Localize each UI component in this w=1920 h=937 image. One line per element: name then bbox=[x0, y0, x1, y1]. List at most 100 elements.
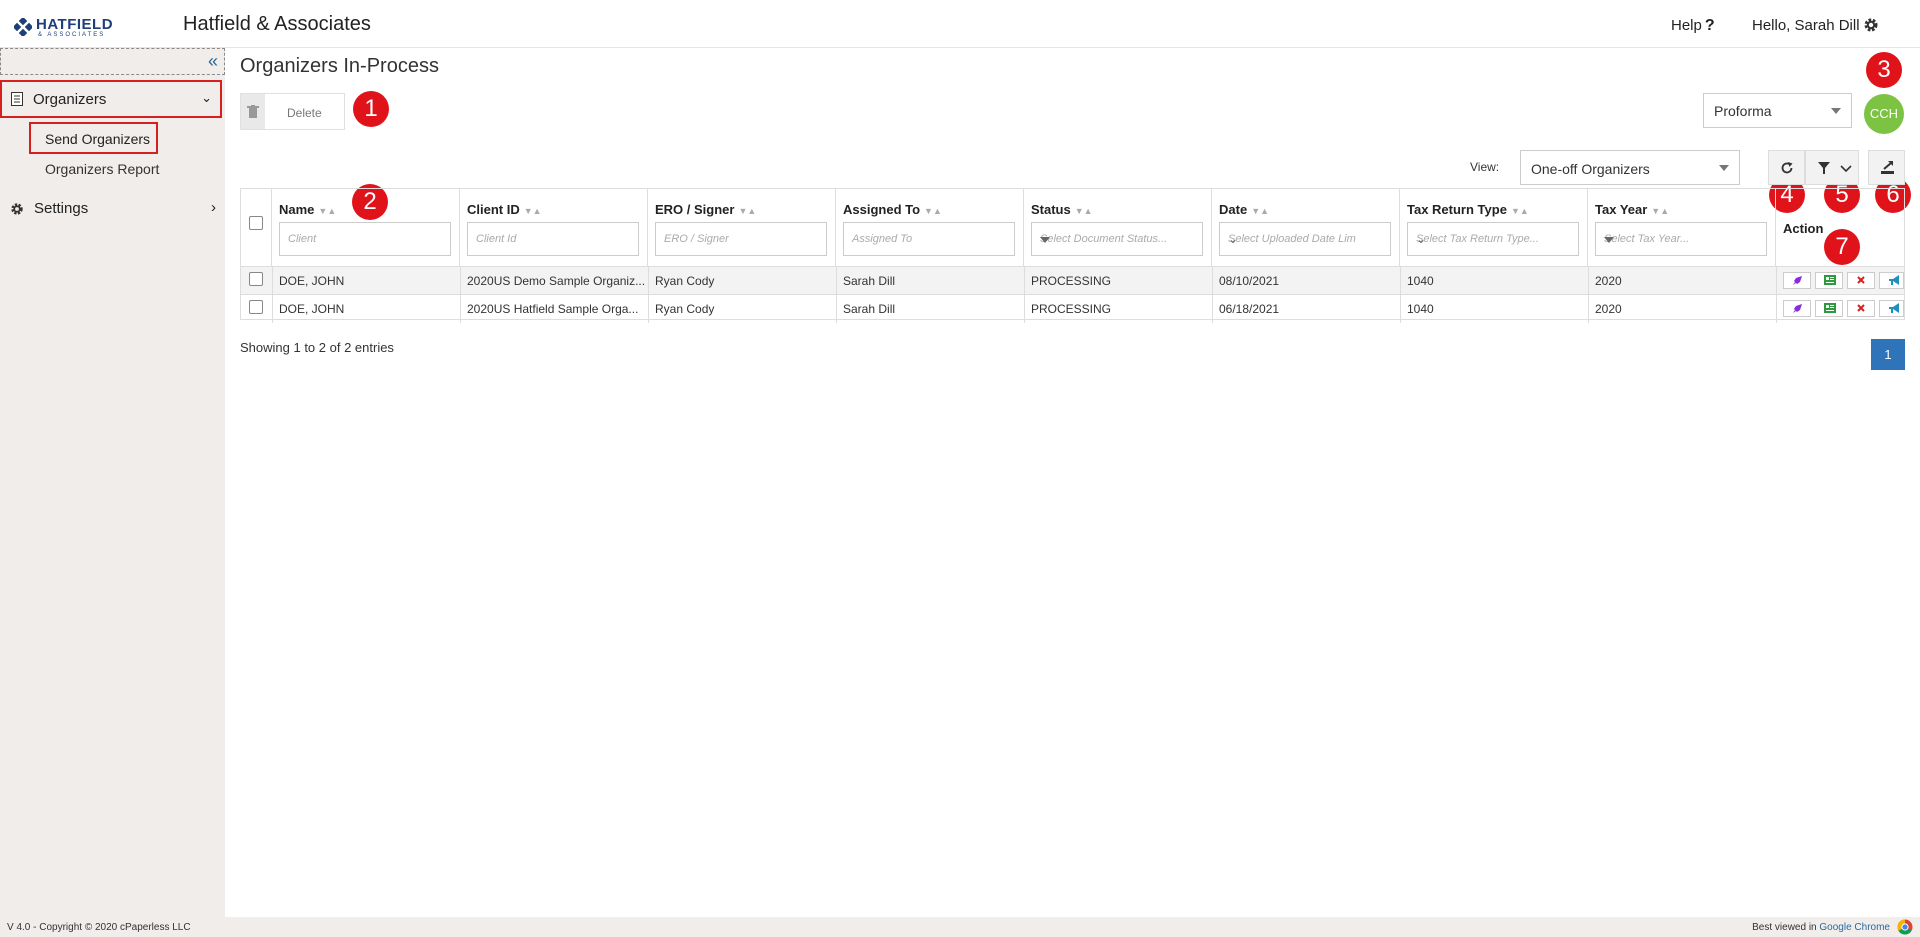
column-header-action: Action bbox=[1776, 189, 1904, 266]
cell-assigned: Sarah Dill bbox=[843, 274, 896, 288]
view-select[interactable]: One-off Organizers bbox=[1520, 150, 1740, 185]
page-button-1[interactable]: 1 bbox=[1871, 339, 1905, 370]
column-header-tax-year[interactable]: Tax Year ▼▲ Select Tax Year... bbox=[1588, 189, 1776, 266]
view-select-value: One-off Organizers bbox=[1531, 161, 1650, 177]
logo-name: HATFIELD bbox=[36, 16, 114, 33]
chevron-down-icon: ⌄ bbox=[1228, 232, 1239, 246]
gear-icon bbox=[11, 203, 23, 215]
send-action-button[interactable] bbox=[1783, 272, 1811, 289]
cell-assigned: Sarah Dill bbox=[843, 302, 896, 316]
date-filter-select[interactable]: Select Uploaded Date Lim ⌄ bbox=[1219, 222, 1391, 256]
cell-client-id: 2020US Demo Sample Organiz... bbox=[467, 274, 646, 288]
column-header-label: Date bbox=[1219, 202, 1248, 217]
cell-name: DOE, JOHN bbox=[279, 274, 345, 288]
sidebar-item-label: Settings bbox=[34, 200, 89, 217]
sidebar-collapse-button[interactable]: « bbox=[0, 48, 225, 75]
send-action-button[interactable] bbox=[1783, 300, 1811, 317]
best-viewed-text: Best viewed in Google Chrome bbox=[1752, 922, 1890, 933]
sidebar-item-settings[interactable]: Settings › bbox=[0, 198, 225, 222]
tax-type-filter-select[interactable]: Select Tax Return Type... ⌄ bbox=[1407, 222, 1579, 256]
refresh-button[interactable] bbox=[1768, 150, 1805, 185]
view-details-button[interactable] bbox=[1815, 272, 1843, 289]
column-header-label: ERO / Signer bbox=[655, 202, 735, 217]
view-details-button[interactable] bbox=[1815, 300, 1843, 317]
assigned-filter-input[interactable]: Assigned To bbox=[843, 222, 1015, 256]
select-all-cell bbox=[241, 189, 272, 266]
chevron-down-icon: ⌄ bbox=[1416, 232, 1427, 246]
column-header-client-id[interactable]: Client ID ▼▲ Client Id bbox=[460, 189, 648, 266]
megaphone-icon bbox=[1889, 275, 1899, 285]
filter-placeholder: ERO / Signer bbox=[664, 233, 729, 245]
chevron-down-icon bbox=[1840, 165, 1852, 173]
cch-button[interactable]: CCH bbox=[1864, 94, 1904, 134]
app-title: Hatfield & Associates bbox=[183, 13, 371, 35]
refresh-icon bbox=[1781, 162, 1793, 174]
column-header-assigned-to[interactable]: Assigned To ▼▲ Assigned To bbox=[836, 189, 1024, 266]
cancel-action-button[interactable] bbox=[1847, 300, 1875, 317]
close-icon bbox=[1857, 276, 1865, 284]
sidebar-item-label: Organizers bbox=[33, 91, 107, 108]
column-header-status[interactable]: Status ▼▲ Select Document Status... bbox=[1024, 189, 1212, 266]
gear-icon[interactable] bbox=[1863, 17, 1879, 33]
help-link[interactable]: Help? bbox=[1671, 17, 1715, 35]
entries-summary: Showing 1 to 2 of 2 entries bbox=[240, 340, 394, 355]
column-header-name[interactable]: Name ▼▲ Client bbox=[272, 189, 460, 266]
row-checkbox[interactable] bbox=[249, 272, 263, 286]
software-select[interactable]: Proforma bbox=[1703, 93, 1852, 128]
tax-year-filter-select[interactable]: Select Tax Year... bbox=[1595, 222, 1767, 256]
export-icon bbox=[1881, 161, 1894, 174]
sidebar: « Organizers ⌄ Send Organizers Organizer… bbox=[0, 48, 225, 937]
table-row[interactable]: DOE, JOHN 2020US Hatfield Sample Orga...… bbox=[241, 294, 1904, 323]
column-header-date[interactable]: Date ▼▲ Select Uploaded Date Lim ⌄ bbox=[1212, 189, 1400, 266]
sidebar-item-send-organizers[interactable]: Send Organizers bbox=[29, 122, 158, 154]
column-header-label: Tax Return Type bbox=[1407, 202, 1507, 217]
delete-button[interactable]: Delete bbox=[240, 93, 345, 130]
ero-filter-input[interactable]: ERO / Signer bbox=[655, 222, 827, 256]
status-filter-select[interactable]: Select Document Status... bbox=[1031, 222, 1203, 256]
client-id-filter-input[interactable]: Client Id bbox=[467, 222, 639, 256]
view-label: View: bbox=[1470, 160, 1500, 174]
sidebar-item-label: Send Organizers bbox=[45, 131, 151, 147]
rocket-icon bbox=[1793, 276, 1802, 285]
browser-link[interactable]: Google Chrome bbox=[1819, 922, 1890, 933]
column-header-label: Name bbox=[279, 202, 315, 217]
filter-placeholder: Select Tax Year... bbox=[1604, 233, 1690, 245]
organizers-table: Name ▼▲ Client Client ID ▼▲ Client Id ERO … bbox=[240, 188, 1905, 323]
sidebar-item-organizers-report[interactable]: Organizers Report bbox=[45, 161, 159, 177]
cell-date: 08/10/2021 bbox=[1219, 274, 1280, 288]
cell-status: PROCESSING bbox=[1031, 302, 1112, 316]
callout-badge-3: 3 bbox=[1866, 52, 1902, 88]
chrome-icon bbox=[1897, 919, 1913, 935]
table-row[interactable]: DOE, JOHN 2020US Demo Sample Organiz... … bbox=[241, 266, 1904, 295]
reminder-action-button[interactable] bbox=[1879, 272, 1904, 289]
filter-icon bbox=[1818, 162, 1830, 174]
row-checkbox[interactable] bbox=[249, 300, 263, 314]
cell-type: 1040 bbox=[1407, 274, 1434, 288]
column-header-label: Status bbox=[1031, 202, 1071, 217]
select-all-checkbox[interactable] bbox=[249, 216, 263, 230]
footer: V 4.0 - Copyright © 2020 cPaperless LLC … bbox=[0, 917, 1920, 937]
cell-year: 2020 bbox=[1595, 274, 1622, 288]
page-title: Organizers In-Process bbox=[240, 55, 439, 77]
column-header-tax-return-type[interactable]: Tax Return Type ▼▲ Select Tax Return Type… bbox=[1400, 189, 1588, 266]
cell-name: DOE, JOHN bbox=[279, 302, 345, 316]
filter-placeholder: Select Document Status... bbox=[1040, 233, 1168, 245]
sidebar-item-organizers[interactable]: Organizers ⌄ bbox=[0, 80, 222, 118]
column-header-ero-signer[interactable]: ERO / Signer ▼▲ ERO / Signer bbox=[648, 189, 836, 266]
hatfield-logo[interactable]: HATFIELD & ASSOCIATES bbox=[14, 14, 124, 40]
chevron-down-icon: ⌄ bbox=[201, 90, 212, 105]
caret-down-icon bbox=[1831, 108, 1841, 114]
user-greeting[interactable]: Hello, Sarah Dill bbox=[1752, 17, 1860, 34]
callout-badge-1: 1 bbox=[353, 91, 389, 127]
column-header-label: Assigned To bbox=[843, 202, 921, 217]
cancel-action-button[interactable] bbox=[1847, 272, 1875, 289]
export-button[interactable] bbox=[1868, 150, 1905, 185]
filter-button[interactable] bbox=[1805, 150, 1859, 185]
megaphone-icon bbox=[1889, 303, 1899, 313]
filter-placeholder: Client Id bbox=[476, 233, 517, 245]
logo-subtitle: & ASSOCIATES bbox=[38, 32, 106, 38]
reminder-action-button[interactable] bbox=[1879, 300, 1904, 317]
rocket-icon bbox=[1793, 304, 1802, 313]
document-icon bbox=[11, 92, 23, 106]
name-filter-input[interactable]: Client bbox=[279, 222, 451, 256]
